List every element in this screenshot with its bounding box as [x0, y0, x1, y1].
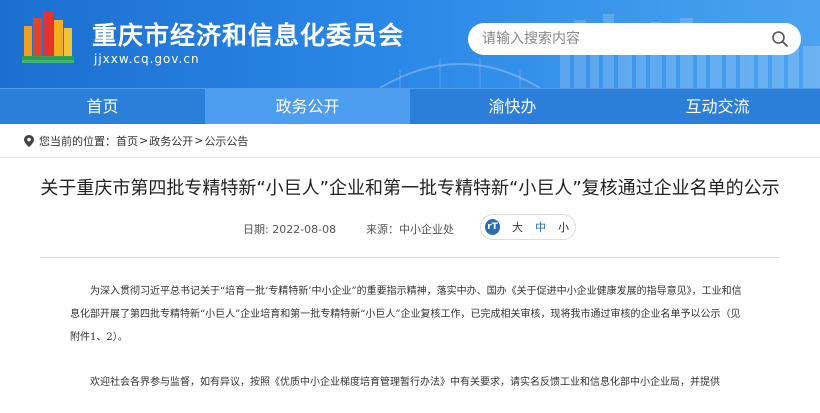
location-pin-icon [24, 134, 34, 147]
article-meta: 日期: 2022-08-08 来源：中小企业处 rT 大 中 小 [0, 211, 820, 245]
nav-item-government-affairs[interactable]: 政务公开 [205, 89, 410, 124]
text-size-icon: rT [485, 219, 500, 235]
article-date: 日期: 2022-08-08 [243, 223, 337, 236]
article-source: 来源：中小企业处 [366, 223, 454, 236]
breadcrumb-prefix: 您当前的位置： [39, 134, 116, 148]
search-input[interactable] [482, 30, 752, 48]
site-header: 重庆市经济和信息化委员会 jjxxw.cq.gov.cn [0, 0, 820, 88]
site-domain: jjxxw.cq.gov.cn [94, 52, 200, 66]
breadcrumb-separator: > [139, 134, 149, 147]
main-nav: 首页 政务公开 渝快办 互动交流 [0, 88, 820, 124]
article-title: 关于重庆市第四批专精特新“小巨人”企业和第一批专精特新“小巨人”复核通过企业名单… [40, 178, 780, 199]
site-logo[interactable] [22, 12, 76, 64]
breadcrumb-government-affairs[interactable]: 政务公开 [149, 133, 193, 149]
article-paragraph: 为深入贯彻习近平总书记关于“培育一批‘专精特新’中小企业”的重要指示精神，落实中… [70, 286, 742, 343]
font-size-small-button[interactable]: 小 [558, 219, 569, 235]
breadcrumb-home[interactable]: 首页 [116, 133, 138, 149]
font-size-medium-button[interactable]: 中 [535, 219, 546, 235]
nav-item-yukuaiban[interactable]: 渝快办 [410, 89, 615, 124]
site-title[interactable]: 重庆市经济和信息化委员会 [92, 16, 404, 52]
breadcrumb: 您当前的位置： 首页 > 政务公开 > 公示公告 [0, 124, 820, 158]
nav-item-interaction[interactable]: 互动交流 [615, 89, 820, 124]
article-paragraph: 欢迎社会各界参与监督，如有异议，按照《优质中小企业梯度培育管理暂行办法》中有关要… [90, 377, 720, 388]
breadcrumb-announcements[interactable]: 公示公告 [204, 133, 248, 149]
breadcrumb-separator: > [194, 134, 204, 147]
divider [40, 257, 780, 258]
font-size-control: rT 大 中 小 [480, 214, 576, 240]
search-icon[interactable] [771, 30, 789, 48]
search-box [468, 23, 801, 55]
font-size-large-button[interactable]: 大 [512, 219, 523, 235]
article-body: 为深入贯彻习近平总书记关于“培育一批‘专精特新’中小企业”的重要指示精神，落实中… [70, 280, 750, 394]
nav-item-home[interactable]: 首页 [0, 89, 205, 124]
